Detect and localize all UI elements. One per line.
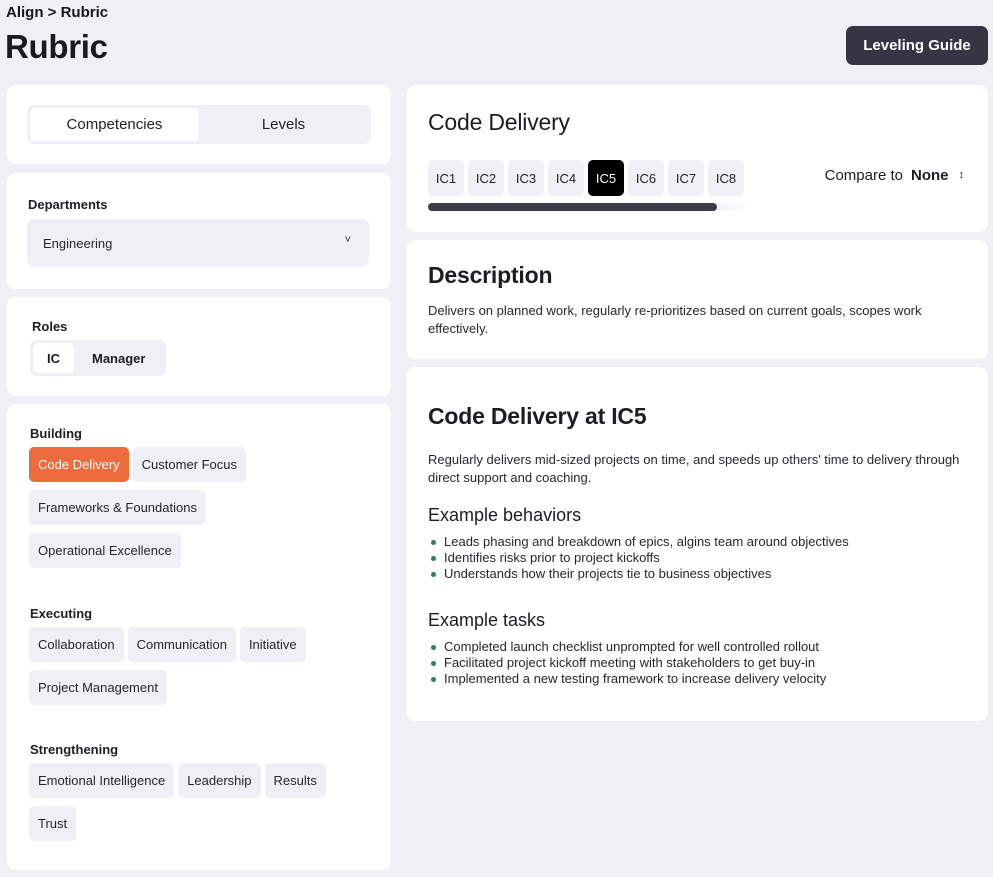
competency-initiative[interactable]: Initiative — [239, 627, 306, 662]
departments-select[interactable]: Engineering ˅ — [27, 219, 369, 267]
competencies-card: Building Code Delivery Customer Focus Fr… — [7, 404, 391, 870]
competency-collaboration[interactable]: Collaboration — [29, 627, 124, 662]
level-ic1[interactable]: IC1 — [428, 160, 464, 196]
group-label-building: Building — [30, 426, 82, 441]
competency-code-delivery[interactable]: Code Delivery — [29, 447, 129, 482]
level-ic4[interactable]: IC4 — [548, 160, 584, 196]
departments-selected-value: Engineering — [43, 235, 113, 251]
level-detail-title: Code Delivery at IC5 — [428, 403, 647, 429]
executing-chips: Collaboration Communication Initiative P… — [29, 627, 373, 705]
departments-label: Departments — [28, 197, 108, 212]
list-item: Understands how their projects tie to bu… — [428, 566, 849, 582]
strengthening-chips: Emotional Intelligence Leadership Result… — [29, 763, 373, 841]
roles-card: Roles IC Manager — [7, 297, 391, 396]
level-ic3[interactable]: IC3 — [508, 160, 544, 196]
competency-header-card: Code Delivery IC1 IC2 IC3 IC4 IC5 IC6 IC… — [407, 85, 988, 232]
level-detail-summary: Regularly delivers mid-sized projects on… — [428, 452, 960, 485]
level-selector: IC1 IC2 IC3 IC4 IC5 IC6 IC7 IC8 — [428, 160, 744, 196]
departments-card: Departments Engineering ˅ — [7, 173, 391, 289]
list-item: Completed launch checklist unprompted fo… — [428, 639, 826, 655]
level-ic5[interactable]: IC5 — [588, 160, 624, 196]
building-chips: Code Delivery Customer Focus Frameworks … — [29, 447, 373, 568]
tab-competencies[interactable]: Competencies — [30, 108, 199, 141]
list-item: Identifies risks prior to project kickof… — [428, 550, 849, 566]
tab-levels[interactable]: Levels — [199, 108, 368, 141]
competency-title: Code Delivery — [428, 109, 570, 135]
level-ic8[interactable]: IC8 — [708, 160, 744, 196]
list-item: Leads phasing and breakdown of epics, al… — [428, 534, 849, 550]
compare-to-selector[interactable]: Compare to None ↕ — [825, 167, 964, 184]
competency-project-management[interactable]: Project Management — [29, 670, 167, 705]
list-item: Implemented a new testing framework to i… — [428, 671, 826, 687]
view-tabs-card: Competencies Levels — [7, 85, 391, 164]
page-title: Rubric — [5, 28, 108, 65]
competency-frameworks-foundations[interactable]: Frameworks & Foundations — [29, 490, 206, 525]
compare-value: None — [911, 167, 949, 184]
competency-trust[interactable]: Trust — [29, 806, 77, 841]
role-manager[interactable]: Manager — [74, 343, 163, 373]
example-tasks-heading: Example tasks — [428, 610, 546, 630]
level-scrollbar-thumb[interactable] — [428, 203, 717, 211]
description-title: Description — [428, 262, 553, 288]
example-tasks-list: Completed launch checklist unprompted fo… — [428, 639, 826, 687]
competency-results[interactable]: Results — [264, 763, 326, 798]
level-ic6[interactable]: IC6 — [628, 160, 664, 196]
competency-leadership[interactable]: Leadership — [178, 763, 261, 798]
compare-label: Compare to — [824, 167, 903, 184]
competency-operational-excellence[interactable]: Operational Excellence — [29, 533, 181, 568]
group-label-executing: Executing — [30, 606, 93, 621]
role-ic[interactable]: IC — [33, 343, 74, 373]
level-ic2[interactable]: IC2 — [468, 160, 504, 196]
competency-emotional-intelligence[interactable]: Emotional Intelligence — [29, 763, 175, 798]
roles-toggle: IC Manager — [30, 340, 167, 376]
level-detail-card: Code Delivery at IC5 Regularly delivers … — [407, 367, 988, 721]
description-text: Delivers on planned work, regularly re-p… — [428, 303, 922, 336]
chevron-down-icon: ˅ — [344, 234, 351, 246]
leveling-guide-button[interactable]: Leveling Guide — [846, 26, 988, 65]
example-behaviors-heading: Example behaviors — [428, 505, 582, 525]
description-card: Description Delivers on planned work, re… — [407, 240, 988, 359]
group-label-strengthening: Strengthening — [30, 742, 119, 757]
competency-communication[interactable]: Communication — [127, 627, 236, 662]
list-item: Facilitated project kickoff meeting with… — [428, 655, 826, 671]
roles-label: Roles — [32, 319, 68, 334]
breadcrumb: Align > Rubric — [6, 4, 109, 21]
level-ic7[interactable]: IC7 — [668, 160, 704, 196]
example-behaviors-list: Leads phasing and breakdown of epics, al… — [428, 534, 849, 582]
view-tabs: Competencies Levels — [27, 105, 371, 144]
updown-chevron-icon: ↕ — [958, 169, 965, 181]
competency-customer-focus[interactable]: Customer Focus — [132, 447, 247, 482]
